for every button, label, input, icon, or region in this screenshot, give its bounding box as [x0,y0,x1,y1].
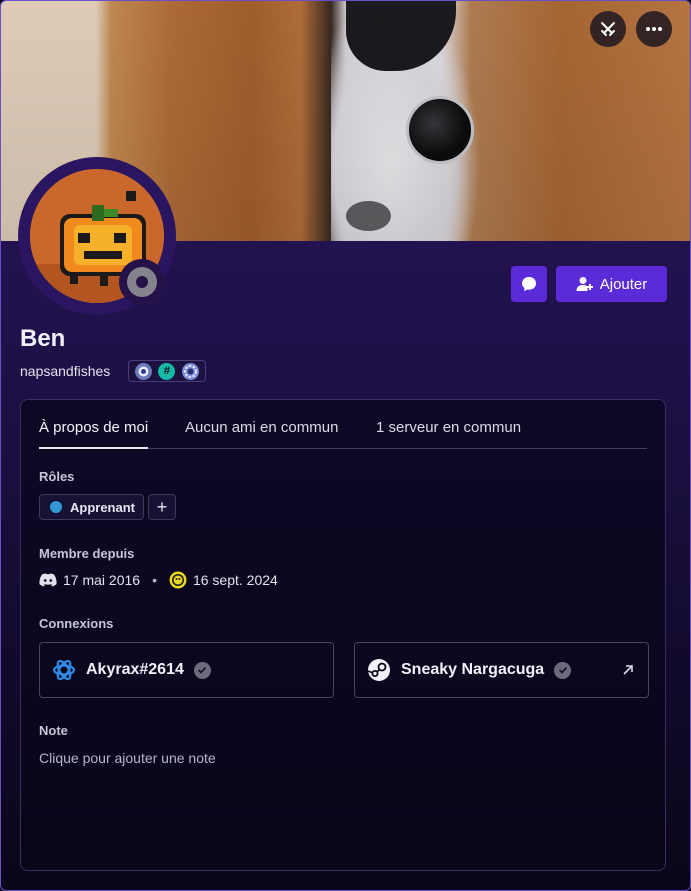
connection-name: Akyrax#2614 [86,661,184,678]
username: napsandfishes [20,363,111,379]
date-separator: • [152,572,157,588]
verified-check-icon [554,661,572,679]
swords-icon [601,22,615,36]
profile-card: Ajouter Ben napsandfishes # À propos de … [0,0,691,891]
role-label: Apprenant [70,499,135,515]
member-since-title: Membre depuis [39,546,135,561]
active-developer-badge-icon[interactable]: # [158,362,176,380]
display-name: Ben [20,325,66,352]
tab-mutual-friends[interactable]: Aucun ami en commun [185,419,338,447]
status-indicator [119,259,165,305]
more-icon [646,27,662,31]
discord-logo-icon [39,573,57,587]
more-options-button[interactable] [636,11,672,47]
offline-status-icon [127,267,157,297]
steam-icon [367,659,390,681]
connection-battlenet[interactable]: Akyrax#2614 [39,642,334,698]
note-title: Note [39,723,68,738]
verified-check-icon [193,661,211,679]
connection-name: Sneaky Nargacuga [401,661,545,678]
profile-tabs: À propos de moi Aucun ami en commun 1 se… [39,419,647,449]
server-icon[interactable] [169,571,187,589]
member-since-row: 17 mai 2016 • 16 sept. 2024 [39,571,278,589]
role-color-dot [50,501,62,513]
add-role-button[interactable]: + [148,494,176,520]
add-friend-icon [576,277,593,291]
server-member-date: 16 sept. 2024 [192,572,278,588]
battle-net-icon [52,659,76,681]
connections-title: Connexions [39,616,114,631]
roles-title: Rôles [39,469,75,484]
tab-about-me[interactable]: À propos de moi [39,419,149,449]
message-button[interactable] [511,266,547,302]
role-chip[interactable]: Apprenant [39,494,144,520]
hypesquad-balance-badge-icon[interactable] [135,362,153,380]
badge-list: # [128,360,206,382]
connection-steam[interactable]: Sneaky Nargacuga [354,642,649,698]
quest-badge-icon[interactable] [181,362,199,380]
add-friend-label: Ajouter [599,275,648,293]
discord-member-date: 17 mai 2016 [63,572,141,588]
chat-bubble-icon [522,277,536,291]
add-friend-button[interactable]: Ajouter [556,266,667,302]
external-link-icon[interactable] [622,664,634,676]
note-input[interactable]: Clique pour ajouter une note [39,750,216,766]
game-activity-button[interactable] [590,11,626,47]
tab-mutual-servers[interactable]: 1 serveur en commun [376,419,521,447]
profile-details-panel: À propos de moi Aucun ami en commun 1 se… [20,399,666,871]
